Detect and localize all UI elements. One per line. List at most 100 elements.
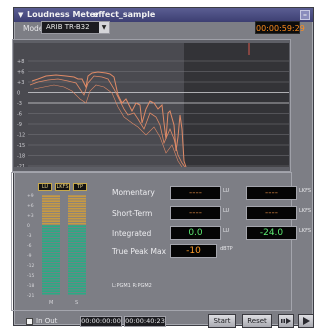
meter-segment (68, 265, 86, 267)
meter-scale-label: -6 (27, 243, 32, 249)
meter-segment (68, 287, 86, 290)
integrated-lu-unit: LU (223, 228, 230, 234)
meter-segment (42, 277, 60, 280)
meter-segment (68, 290, 86, 292)
meter-segment (42, 257, 60, 260)
meter-segment (68, 260, 86, 262)
momentary-lkfs-value: ---- (246, 186, 297, 200)
meter-segment (42, 237, 60, 240)
meter-segment (68, 245, 86, 247)
meter-segment (68, 237, 86, 240)
meter-segment (42, 275, 60, 277)
meter-segment (42, 267, 60, 270)
meter-segment (42, 205, 60, 207)
meter-segment (42, 215, 60, 217)
start-button[interactable]: Start (208, 314, 236, 328)
meter-segment (42, 242, 60, 245)
meter-segment (42, 232, 60, 235)
mode-select-value: ARIB TR-B32 (46, 23, 90, 31)
in-timecode-field[interactable]: 00:00:00:00 (80, 316, 122, 327)
out-timecode-field[interactable]: 00:00:40:23 (124, 316, 166, 327)
meter-segment (68, 215, 86, 217)
meter-segment (42, 225, 60, 227)
meter-segment (68, 270, 86, 272)
mode-select[interactable]: ARIB TR-B32 ▼ (41, 21, 110, 34)
meter-segment (42, 290, 60, 292)
title-bar[interactable]: ▼ Loudness Meter effect_sample – (14, 8, 313, 22)
meter-segment (42, 220, 60, 222)
meter-segment (68, 262, 86, 265)
meter-segment (42, 262, 60, 265)
short-term-lu-unit: LU (223, 208, 230, 214)
meter-segment (42, 217, 60, 220)
meter-segment (68, 255, 86, 257)
meter-segment (68, 240, 86, 242)
timecode-display: 00:00:59:29 (255, 21, 305, 34)
in-out-label: In Out (36, 317, 58, 325)
meter-scale-label: -18 (27, 283, 34, 289)
file-name: effect_sample (93, 10, 156, 19)
meter-segment (68, 267, 86, 270)
play-button[interactable] (298, 314, 314, 328)
meter-segment (68, 292, 86, 295)
meter-segment (42, 235, 60, 237)
y-tick-label: +8 (17, 59, 24, 65)
meter-bars (42, 195, 86, 295)
y-tick-label: -15 (17, 143, 25, 149)
level-meters: +9+6+30-3-6-9-12-15-18-21 MS (27, 193, 86, 306)
reset-button[interactable]: Reset (242, 314, 272, 328)
meter-segment (68, 217, 86, 220)
meter-segment (42, 282, 60, 285)
meter-scale-label: -12 (27, 263, 34, 269)
integrated-lu-value: 0.0 (170, 226, 221, 240)
meter-segment (42, 227, 60, 230)
step-forward-button[interactable] (278, 314, 294, 328)
short-term-lkfs-unit: LKFS (299, 208, 312, 214)
chevron-down-icon[interactable]: ▼ (99, 22, 109, 33)
meter-scale-label: +9 (27, 193, 34, 199)
meter-segment (42, 280, 60, 282)
meter-segment (68, 197, 86, 200)
loudness-history-graph: +8 +6 +3 0 -3 -6 -9 -12 -15 -18 -21 (14, 43, 289, 167)
meter-segment (68, 285, 86, 287)
meter-segment (42, 287, 60, 290)
meter-segment (42, 272, 60, 275)
momentary-lu-value: ---- (170, 186, 221, 200)
collapse-icon[interactable]: ▼ (18, 8, 23, 22)
y-tick-label: -9 (17, 122, 22, 128)
meter-segment (42, 197, 60, 200)
meter-segment (68, 232, 86, 235)
meter-segment (68, 242, 86, 245)
short-term-label: Short-Term (112, 209, 153, 218)
y-tick-label: -18 (17, 154, 25, 160)
meter-scale-label: -21 (27, 293, 34, 299)
true-peak-value: -10 (170, 244, 217, 258)
meter-segment (42, 255, 60, 257)
meter-segment (42, 285, 60, 287)
meter-segment (68, 202, 86, 205)
meter-segment (68, 200, 86, 202)
meter-segment (68, 230, 86, 232)
y-tick-label: -6 (17, 112, 22, 118)
meter-channel-labels: MS (49, 300, 78, 306)
meter-segment (42, 200, 60, 202)
meter-scale-label: 0 (27, 223, 30, 229)
meter-segment (42, 195, 60, 197)
meter-segment (68, 257, 86, 260)
meter-segment (68, 272, 86, 275)
meter-segment (68, 210, 86, 212)
window-title: Loudness Meter (27, 10, 100, 19)
meter-segment (42, 265, 60, 267)
meter-scale: +9 +6 +3 0 -3 -6 -9 -12 -15 -18 -21 (27, 193, 34, 299)
y-tick-label: +6 (17, 70, 24, 76)
in-out-checkbox[interactable] (26, 318, 33, 325)
meter-segment (42, 202, 60, 205)
minimize-button[interactable]: – (300, 10, 310, 20)
y-tick-label: -12 (17, 133, 25, 139)
meter-segment (42, 212, 60, 215)
meter-scale-label: +6 (27, 203, 34, 209)
short-term-lu-value: ---- (170, 206, 221, 220)
integrated-lkfs-unit: LKFS (299, 228, 312, 234)
meter-segment (42, 207, 60, 210)
meter-segment (68, 247, 86, 250)
